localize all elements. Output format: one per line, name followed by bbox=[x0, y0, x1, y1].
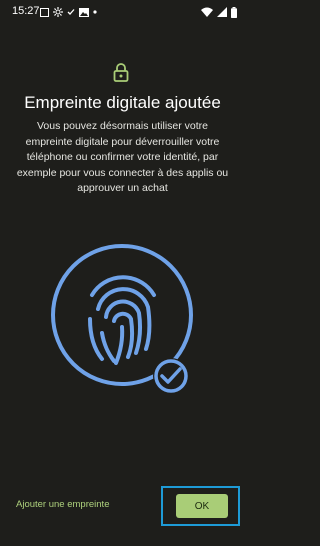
dot-icon bbox=[93, 10, 97, 14]
status-time: 15:27 bbox=[12, 5, 40, 17]
add-fingerprint-button[interactable]: Ajouter une empreinte bbox=[16, 499, 109, 510]
settings-gear-icon bbox=[53, 7, 63, 17]
status-bar: 15:27 bbox=[0, 0, 245, 24]
signal-icon bbox=[217, 7, 227, 17]
ok-button[interactable]: OK bbox=[176, 494, 228, 518]
screenshot-icon bbox=[40, 7, 49, 17]
status-icons-right bbox=[201, 6, 237, 18]
image-icon bbox=[79, 7, 89, 17]
status-icons-left bbox=[40, 6, 97, 18]
wifi-icon bbox=[201, 7, 213, 17]
description-text: Vous pouvez désormais utiliser votre emp… bbox=[16, 120, 229, 194]
battery-icon bbox=[231, 6, 237, 18]
page-title: Empreinte digitale ajoutée bbox=[24, 93, 221, 112]
lock-icon bbox=[113, 63, 129, 82]
check-notification-icon bbox=[67, 9, 75, 15]
fingerprint-success-icon bbox=[51, 244, 193, 394]
